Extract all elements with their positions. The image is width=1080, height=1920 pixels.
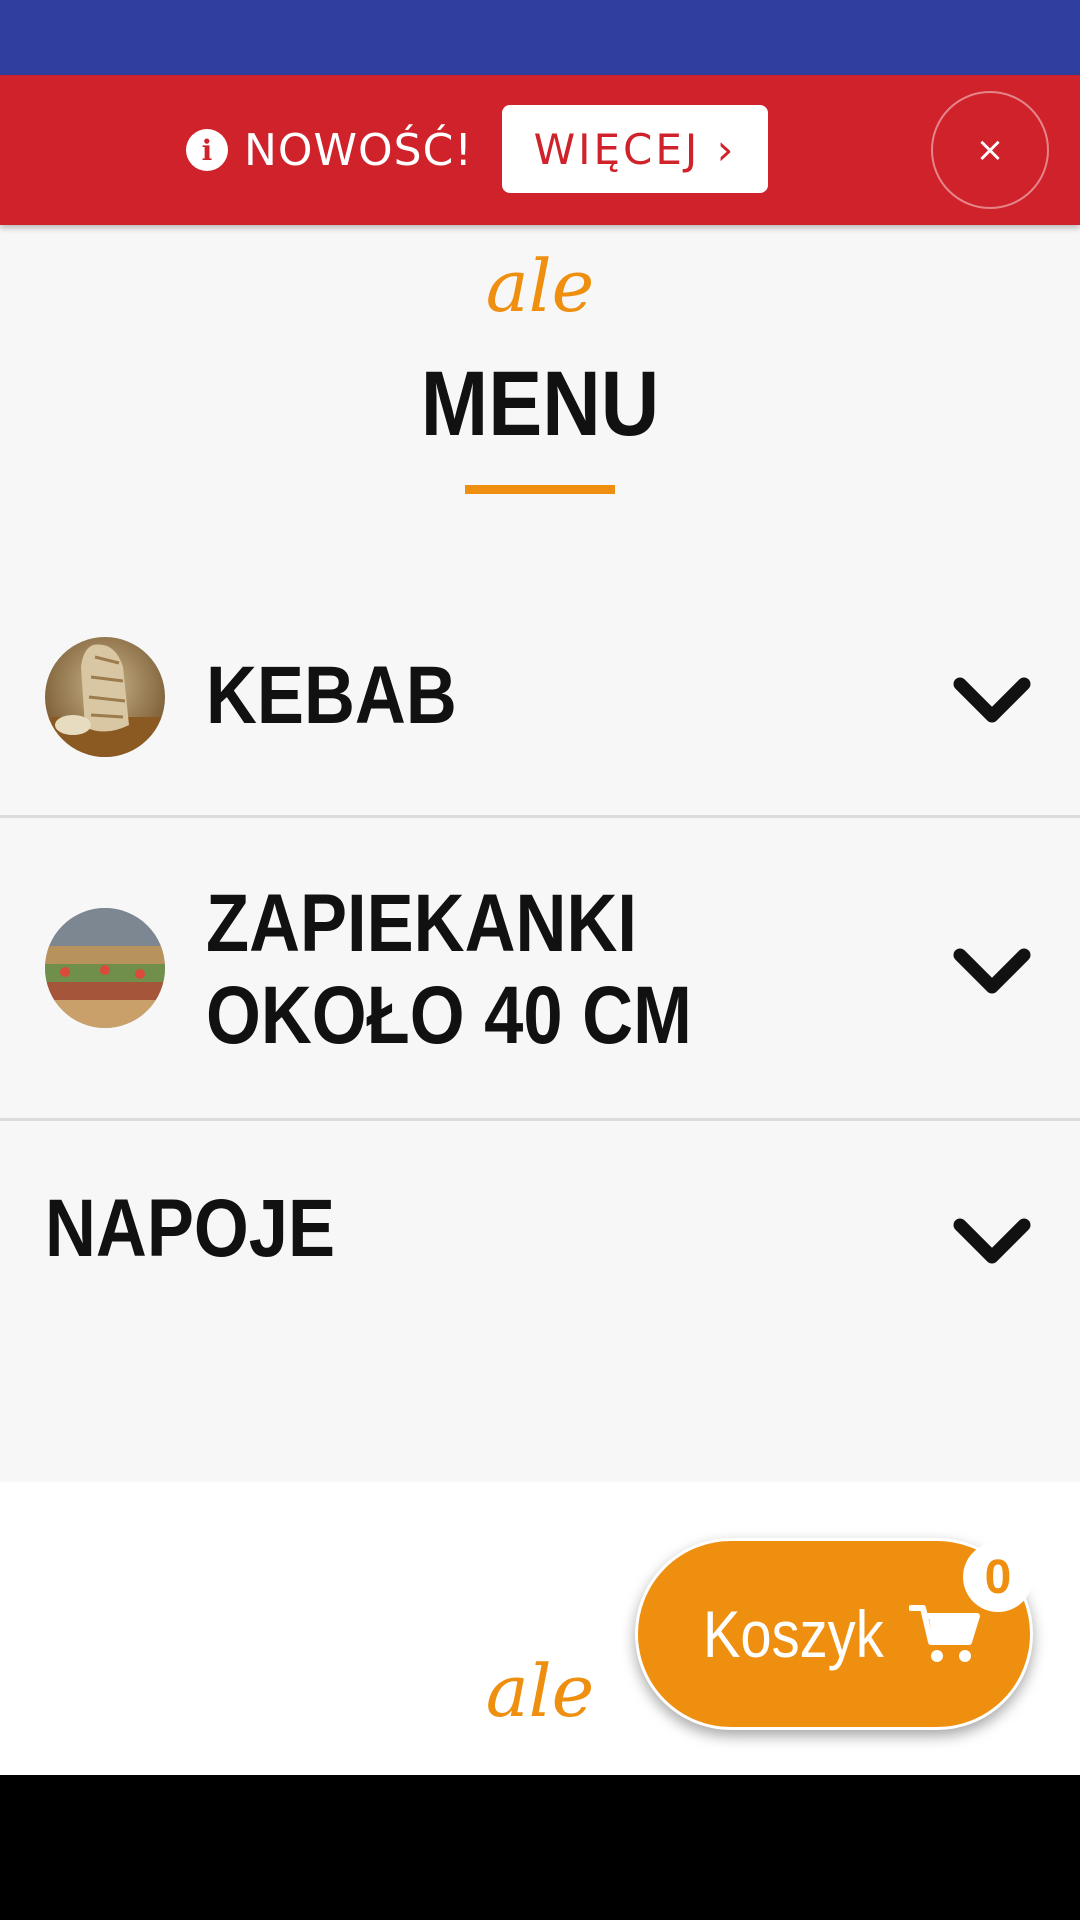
zapiekanki-thumbnail <box>45 908 165 1028</box>
kebab-thumbnail <box>45 637 165 757</box>
page-title: MENU <box>420 353 660 455</box>
brand-logo: ale <box>485 244 595 328</box>
category-label: ZAPIEKANKI OKOŁO 40 CM <box>206 878 692 1061</box>
more-button[interactable]: WIĘCEJ › <box>502 105 768 193</box>
category-label: KEBAB <box>206 650 457 741</box>
chevron-down-icon[interactable] <box>952 672 1032 732</box>
news-label: NOWOŚĆ! <box>244 124 473 176</box>
info-circle-icon: i <box>186 129 228 171</box>
category-zapiekanki[interactable]: ZAPIEKANKI OKOŁO 40 CM <box>0 818 1080 1121</box>
category-label: NAPOJE <box>45 1183 336 1274</box>
chevron-down-icon[interactable] <box>952 943 1032 1003</box>
cart-label: Koszyk <box>702 1597 884 1671</box>
news-banner: i NOWOŚĆ! WIĘCEJ › × <box>0 75 1080 225</box>
category-kebab[interactable]: KEBAB <box>0 590 1080 818</box>
news-info: i NOWOŚĆ! <box>186 123 473 177</box>
close-banner-button[interactable]: × <box>931 91 1049 209</box>
shopping-cart-icon <box>909 1605 981 1662</box>
status-bar <box>0 0 1080 75</box>
chevron-down-icon[interactable] <box>952 1213 1032 1273</box>
close-icon: × <box>975 130 1005 170</box>
system-navigation-bar <box>0 1775 1080 1920</box>
title-underline <box>465 485 615 494</box>
category-napoje[interactable]: NAPOJE <box>0 1121 1080 1361</box>
cart-count-badge: 0 <box>963 1542 1033 1612</box>
